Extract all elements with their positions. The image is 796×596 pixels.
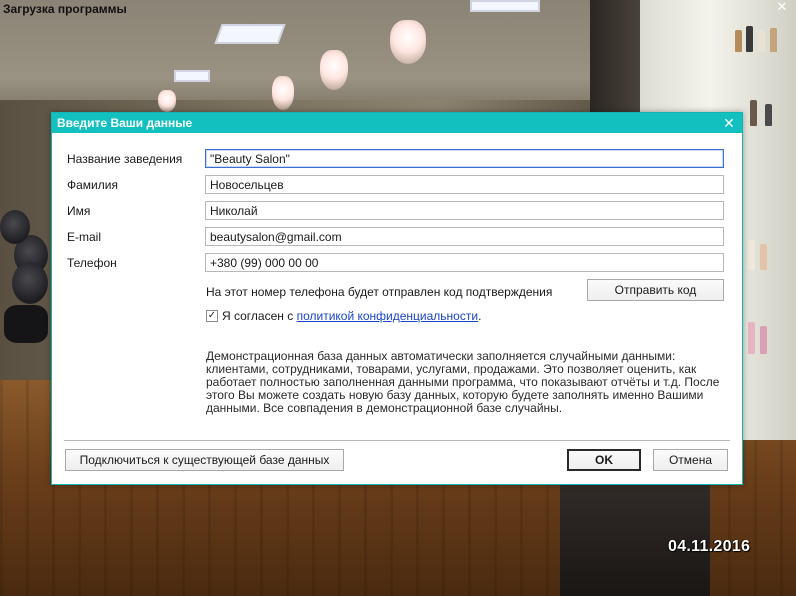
close-icon[interactable]: ✕ <box>722 116 736 130</box>
app-window-title: Загрузка программы <box>3 2 127 16</box>
first-name-input[interactable] <box>205 201 724 220</box>
product-bottle <box>770 28 777 52</box>
salon-chair-seat <box>4 305 48 343</box>
pendant-lamp <box>272 76 294 110</box>
close-icon[interactable]: ✕ <box>775 0 789 14</box>
product-bottle <box>765 104 772 126</box>
demo-database-info: Демонстрационная база данных автоматичес… <box>206 349 720 415</box>
pendant-lamp <box>390 20 426 64</box>
pendant-lamp <box>158 90 176 112</box>
product-bottle <box>735 30 742 52</box>
salon-chair <box>0 210 30 244</box>
dialog-title: Введите Ваши данные <box>57 116 193 130</box>
consent-checkbox[interactable]: ✓ <box>206 310 218 322</box>
salon-chair <box>12 262 48 304</box>
privacy-policy-link[interactable]: политикой конфиденциальности <box>297 309 478 323</box>
email-label: E-mail <box>67 230 102 244</box>
product-bottle <box>748 240 755 270</box>
last-name-label: Фамилия <box>67 178 118 192</box>
footer-divider <box>64 440 730 441</box>
product-bottle <box>750 100 757 126</box>
ceiling-light-panel <box>174 70 210 82</box>
last-name-input[interactable] <box>205 175 724 194</box>
product-bottle <box>748 322 755 354</box>
dialog-header: Введите Ваши данные ✕ <box>52 113 742 133</box>
venue-name-input[interactable] <box>205 149 724 168</box>
consent-text: Я согласен с <box>222 309 294 323</box>
pendant-lamp <box>320 50 348 90</box>
product-bottle <box>760 326 767 354</box>
privacy-consent: ✓ Я согласен с политикой конфиденциально… <box>206 308 481 324</box>
send-code-button[interactable]: Отправить код <box>587 279 724 301</box>
ceiling-light-panel <box>214 24 286 44</box>
phone-hint: На этот номер телефона будет отправлен к… <box>206 285 553 299</box>
product-bottle <box>760 244 767 270</box>
connect-existing-db-button[interactable]: Подключиться к существующей базе данных <box>65 449 344 471</box>
ok-button[interactable]: OK <box>567 449 641 471</box>
product-bottle <box>746 26 753 52</box>
consent-text-end: . <box>478 309 482 323</box>
phone-label: Телефон <box>67 256 117 270</box>
first-name-label: Имя <box>67 204 91 218</box>
cancel-button[interactable]: Отмена <box>653 449 728 471</box>
ceiling-light-panel <box>470 0 540 12</box>
product-bottle <box>758 30 765 52</box>
photo-date-stamp: 04.11.2016 <box>668 538 751 555</box>
email-input[interactable] <box>205 227 724 246</box>
phone-input[interactable] <box>205 253 724 272</box>
user-data-dialog: Введите Ваши данные ✕ Название заведения… <box>51 112 743 485</box>
venue-name-label: Название заведения <box>67 152 183 166</box>
